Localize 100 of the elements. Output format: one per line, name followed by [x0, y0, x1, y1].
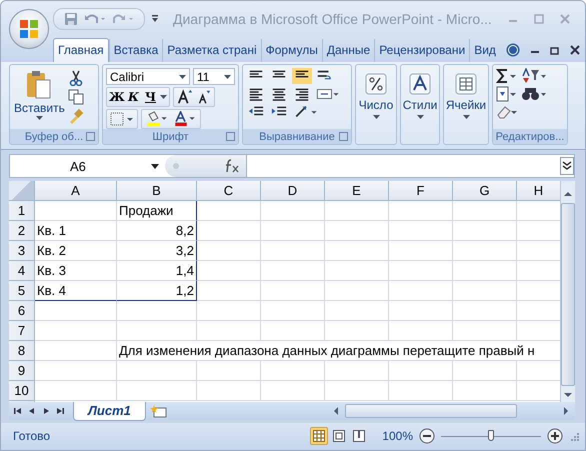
- row-header[interactable]: 4: [9, 261, 35, 281]
- table-cell: [453, 261, 517, 281]
- scissors-icon[interactable]: [68, 70, 84, 86]
- table-cell: [197, 261, 261, 281]
- row-header[interactable]: 10: [9, 381, 35, 401]
- bold-button[interactable]: Ж: [109, 90, 124, 104]
- row-header[interactable]: 2: [9, 221, 35, 241]
- table-cell: [389, 301, 453, 321]
- zoom-out-icon[interactable]: [419, 428, 435, 444]
- borders-icon[interactable]: [109, 111, 135, 127]
- table-cell: [453, 221, 517, 241]
- column-header[interactable]: F: [389, 181, 453, 201]
- table-cell: 1,2: [117, 281, 197, 301]
- table-cell: [389, 361, 453, 381]
- table-cell: [197, 201, 261, 221]
- close-icon[interactable]: [570, 45, 580, 55]
- group-label: Выравнивание: [259, 130, 335, 142]
- scrollbar-thumb[interactable]: [345, 404, 517, 418]
- underline-button[interactable]: Ч: [143, 90, 158, 104]
- column-header[interactable]: H: [517, 181, 560, 201]
- font-name-field[interactable]: Calibri: [106, 68, 190, 85]
- column-header[interactable]: A: [35, 181, 117, 201]
- shrink-font-icon[interactable]: [196, 89, 212, 105]
- caret-icon[interactable]: [372, 115, 380, 119]
- insert-function-icon[interactable]: [224, 159, 240, 173]
- table-cell: [389, 281, 453, 301]
- first-sheet-icon[interactable]: [13, 406, 23, 416]
- cells-button[interactable]: Ячейки: [443, 64, 489, 145]
- table-cell: [197, 221, 261, 241]
- group-label: Шрифт: [152, 130, 189, 142]
- column-header[interactable]: C: [197, 181, 261, 201]
- zoom-level[interactable]: 100%: [382, 429, 413, 443]
- sheet-tab[interactable]: Лист1: [73, 402, 146, 420]
- merge-cells-icon[interactable]: [315, 86, 341, 102]
- grow-font-icon[interactable]: [176, 89, 194, 105]
- column-header[interactable]: D: [261, 181, 325, 201]
- table-cell: [261, 301, 325, 321]
- group-label: Буфер об...: [24, 130, 84, 142]
- office-button[interactable]: [9, 9, 49, 49]
- row-header[interactable]: 8: [9, 341, 35, 361]
- row-header[interactable]: 3: [9, 241, 35, 261]
- caret-icon[interactable]: [179, 74, 186, 78]
- resize-grip-icon[interactable]: [569, 431, 579, 441]
- table-cell: [261, 281, 325, 301]
- column-header[interactable]: E: [325, 181, 389, 201]
- row-header[interactable]: 6: [9, 301, 35, 321]
- percent-icon: [365, 73, 387, 95]
- caret-icon[interactable]: [224, 74, 231, 78]
- sum-icon[interactable]: [496, 68, 518, 84]
- row-header[interactable]: 5: [9, 281, 35, 301]
- table-cell: [261, 381, 325, 401]
- previous-sheet-icon[interactable]: [27, 406, 37, 416]
- row-header[interactable]: 7: [9, 321, 35, 341]
- column-header[interactable]: B: [117, 181, 197, 201]
- table-cell: [453, 241, 517, 261]
- slider-thumb[interactable]: [488, 430, 494, 441]
- caret-icon[interactable]: [462, 115, 470, 119]
- zoom-in-icon[interactable]: [547, 428, 563, 444]
- binoculars-icon[interactable]: [521, 86, 547, 102]
- table-cell: [197, 361, 261, 381]
- table-cell: Кв. 3: [35, 261, 117, 281]
- table-cell: [325, 361, 389, 381]
- table-cell: [197, 381, 261, 401]
- scroll-right-icon[interactable]: [561, 405, 571, 417]
- row-header[interactable]: 1: [9, 201, 35, 221]
- next-sheet-icon[interactable]: [41, 406, 51, 416]
- italic-button[interactable]: К: [126, 90, 141, 104]
- eraser-icon[interactable]: [496, 104, 518, 120]
- ribbon-tab[interactable]: Главная: [53, 38, 109, 62]
- table-cell: [197, 241, 261, 261]
- name-box[interactable]: A6: [10, 155, 165, 177]
- table-cell: [261, 361, 325, 381]
- font-size-field[interactable]: 11: [193, 68, 235, 85]
- styles-button[interactable]: Стили: [400, 64, 440, 145]
- table-cell: [261, 241, 325, 261]
- table-cell: [453, 321, 517, 341]
- align-icon[interactable]: [292, 68, 312, 84]
- table-cell: [325, 261, 389, 281]
- paste-button[interactable]: Вставить: [13, 68, 66, 120]
- caret-icon[interactable]: [36, 116, 43, 120]
- table-cell: [453, 361, 517, 381]
- column-header[interactable]: G: [453, 181, 517, 201]
- normal-view-button[interactable]: [310, 427, 328, 445]
- copy-icon[interactable]: [68, 89, 84, 105]
- fill-down-icon[interactable]: [496, 86, 518, 102]
- restore-icon[interactable]: [550, 45, 560, 55]
- caret-icon[interactable]: [160, 95, 167, 99]
- help-icon[interactable]: [506, 43, 520, 57]
- number-button[interactable]: Число: [355, 64, 397, 145]
- table-cell: [325, 301, 389, 321]
- caret-icon[interactable]: [416, 115, 424, 119]
- row-header[interactable]: 9: [9, 361, 35, 381]
- table-cell: [325, 221, 389, 241]
- sort-filter-icon[interactable]: [521, 68, 547, 84]
- new-sheet-icon[interactable]: [150, 404, 168, 418]
- expand-icon[interactable]: [560, 157, 574, 175]
- scrollbar-thumb[interactable]: [561, 203, 575, 386]
- table-cell: Кв. 2: [35, 241, 117, 261]
- last-sheet-icon[interactable]: [55, 406, 65, 416]
- customize-icon[interactable]: [151, 14, 159, 24]
